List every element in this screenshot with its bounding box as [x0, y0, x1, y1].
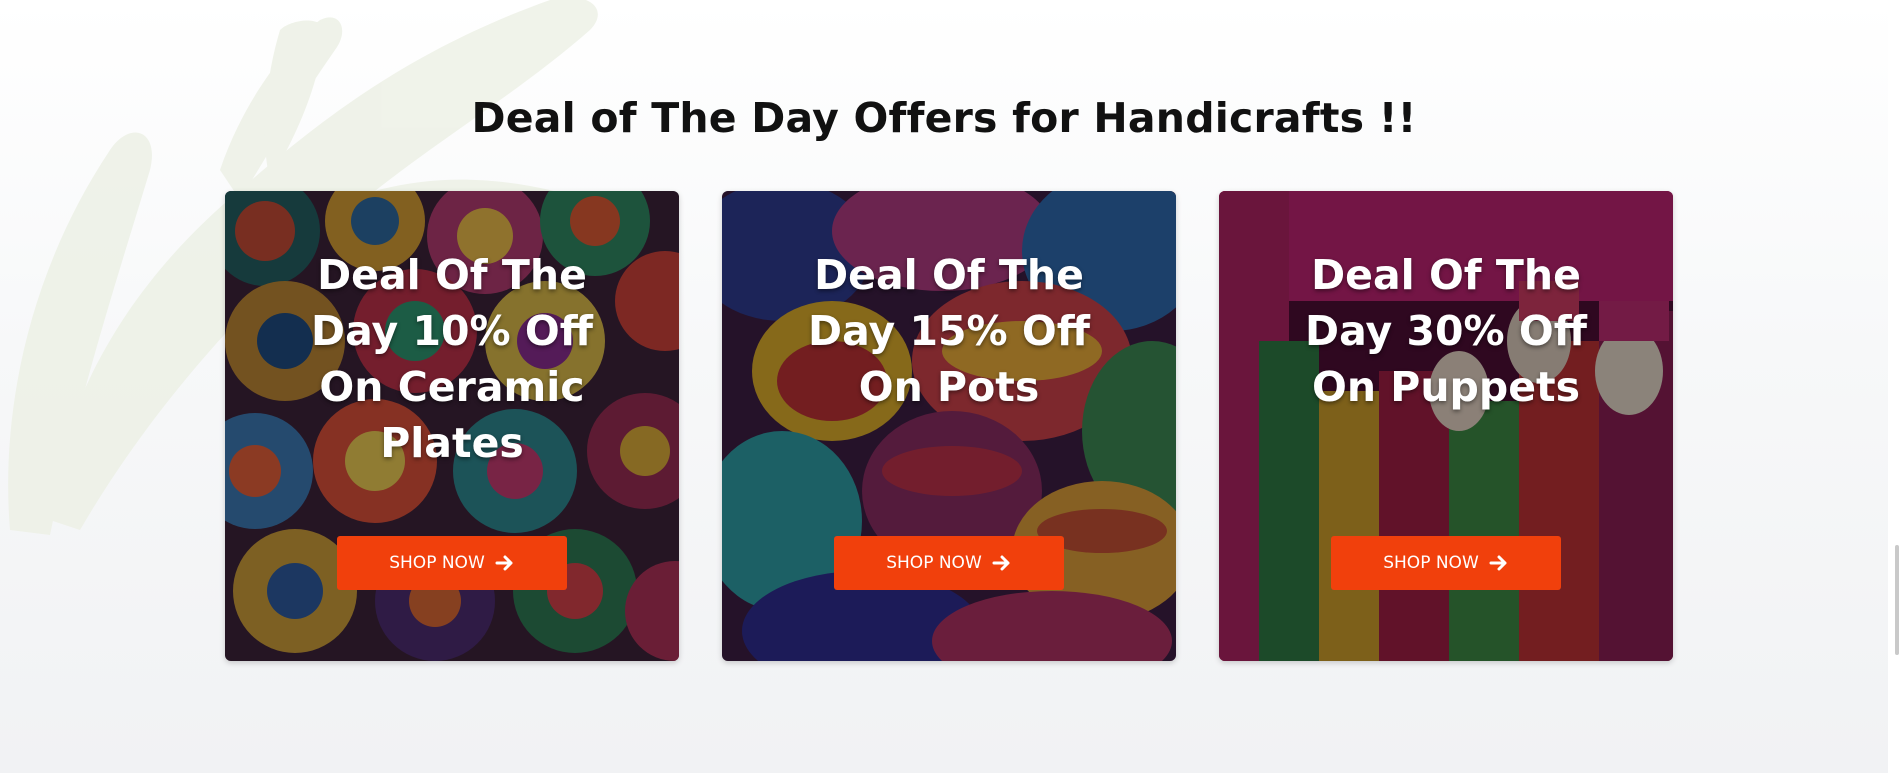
shop-now-label: SHOP NOW — [886, 553, 982, 573]
shop-now-label: SHOP NOW — [1383, 553, 1479, 573]
deal-of-the-day-section: Deal of The Day Offers for Handicrafts !… — [0, 0, 1888, 773]
section-heading: Deal of The Day Offers for Handicrafts !… — [471, 94, 1417, 142]
deal-card-ceramic-plates: Deal Of The Day 10% Off On Ceramic Plate… — [225, 191, 679, 661]
deal-title: Deal Of The Day 30% Off On Puppets — [1305, 251, 1587, 411]
arrow-right-icon — [1489, 555, 1507, 571]
arrow-right-icon — [495, 555, 513, 571]
deal-card-puppets: Deal Of The Day 30% Off On Puppets SHOP … — [1219, 191, 1673, 661]
shop-now-label: SHOP NOW — [389, 553, 485, 573]
deal-title: Deal Of The Day 15% Off On Pots — [808, 251, 1090, 411]
deal-card-pots: Deal Of The Day 15% Off On Pots SHOP NOW — [722, 191, 1176, 661]
shop-now-button[interactable]: SHOP NOW — [337, 536, 567, 590]
shop-now-button[interactable]: SHOP NOW — [834, 536, 1064, 590]
arrow-right-icon — [992, 555, 1010, 571]
scrollbar-thumb[interactable] — [1895, 545, 1899, 655]
page-scrollbar[interactable] — [1888, 0, 1904, 783]
deal-title: Deal Of The Day 10% Off On Ceramic Plate… — [311, 251, 593, 467]
shop-now-button[interactable]: SHOP NOW — [1331, 536, 1561, 590]
